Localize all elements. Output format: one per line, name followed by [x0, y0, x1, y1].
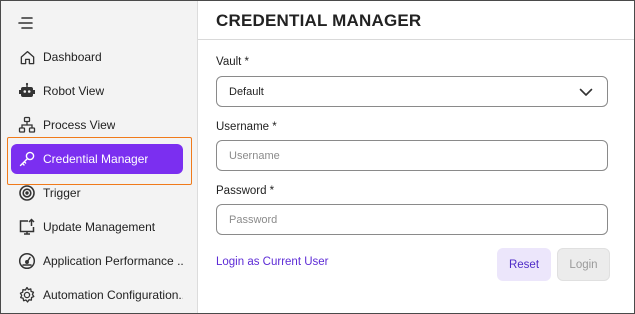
vault-select[interactable]: Default — [216, 76, 608, 107]
sidebar-item-credential-manager[interactable]: Credential Manager — [11, 144, 183, 174]
app-window: Dashboard Robot View Process View Creden… — [0, 0, 635, 314]
password-field[interactable] — [229, 213, 607, 226]
sidebar-item-automation-configuration[interactable]: Automation Configuration... — [11, 280, 183, 310]
username-field-box — [216, 140, 608, 171]
sidebar-item-robot-view[interactable]: Robot View — [11, 76, 183, 106]
key-icon — [18, 150, 36, 168]
home-icon — [18, 48, 36, 66]
reset-button[interactable]: Reset — [497, 248, 551, 281]
sidebar-item-label: Trigger — [43, 186, 81, 200]
page-title: CREDENTIAL MANAGER — [216, 11, 422, 30]
gear-icon — [18, 286, 36, 304]
vault-label: Vault * — [216, 56, 250, 68]
sidebar-item-process-view[interactable]: Process View — [11, 110, 183, 140]
sidebar-item-label: Robot View — [43, 84, 105, 98]
main-content: CREDENTIAL MANAGER Vault * Default Usern… — [198, 1, 634, 313]
hamburger-icon[interactable] — [15, 12, 37, 34]
sidebar: Dashboard Robot View Process View Creden… — [1, 1, 198, 313]
robot-icon — [18, 82, 36, 100]
username-label: Username * — [216, 121, 277, 133]
chevron-down-icon — [579, 85, 593, 99]
sidebar-item-update-management[interactable]: Update Management — [11, 212, 183, 242]
login-as-current-user-link[interactable]: Login as Current User — [216, 256, 329, 268]
username-field[interactable] — [229, 149, 607, 162]
sidebar-item-application-performance[interactable]: Application Performance ... — [11, 246, 183, 276]
sidebar-item-label: Update Management — [43, 220, 156, 234]
gauge-icon — [18, 252, 36, 270]
password-label: Password * — [216, 185, 275, 197]
sidebar-item-label: Process View — [43, 118, 116, 132]
sidebar-item-label: Credential Manager — [43, 152, 149, 166]
sidebar-item-trigger[interactable]: Trigger — [11, 178, 183, 208]
process-tree-icon — [18, 116, 36, 134]
divider — [198, 39, 634, 40]
update-icon — [18, 218, 36, 236]
sidebar-item-label: Automation Configuration... — [43, 288, 183, 302]
vault-selected-value: Default — [229, 85, 264, 98]
sidebar-item-dashboard[interactable]: Dashboard — [11, 42, 183, 72]
sidebar-item-label: Application Performance ... — [43, 254, 183, 268]
login-button[interactable]: Login — [557, 248, 610, 281]
password-field-box — [216, 204, 608, 235]
target-icon — [18, 184, 36, 202]
sidebar-item-label: Dashboard — [43, 50, 102, 64]
